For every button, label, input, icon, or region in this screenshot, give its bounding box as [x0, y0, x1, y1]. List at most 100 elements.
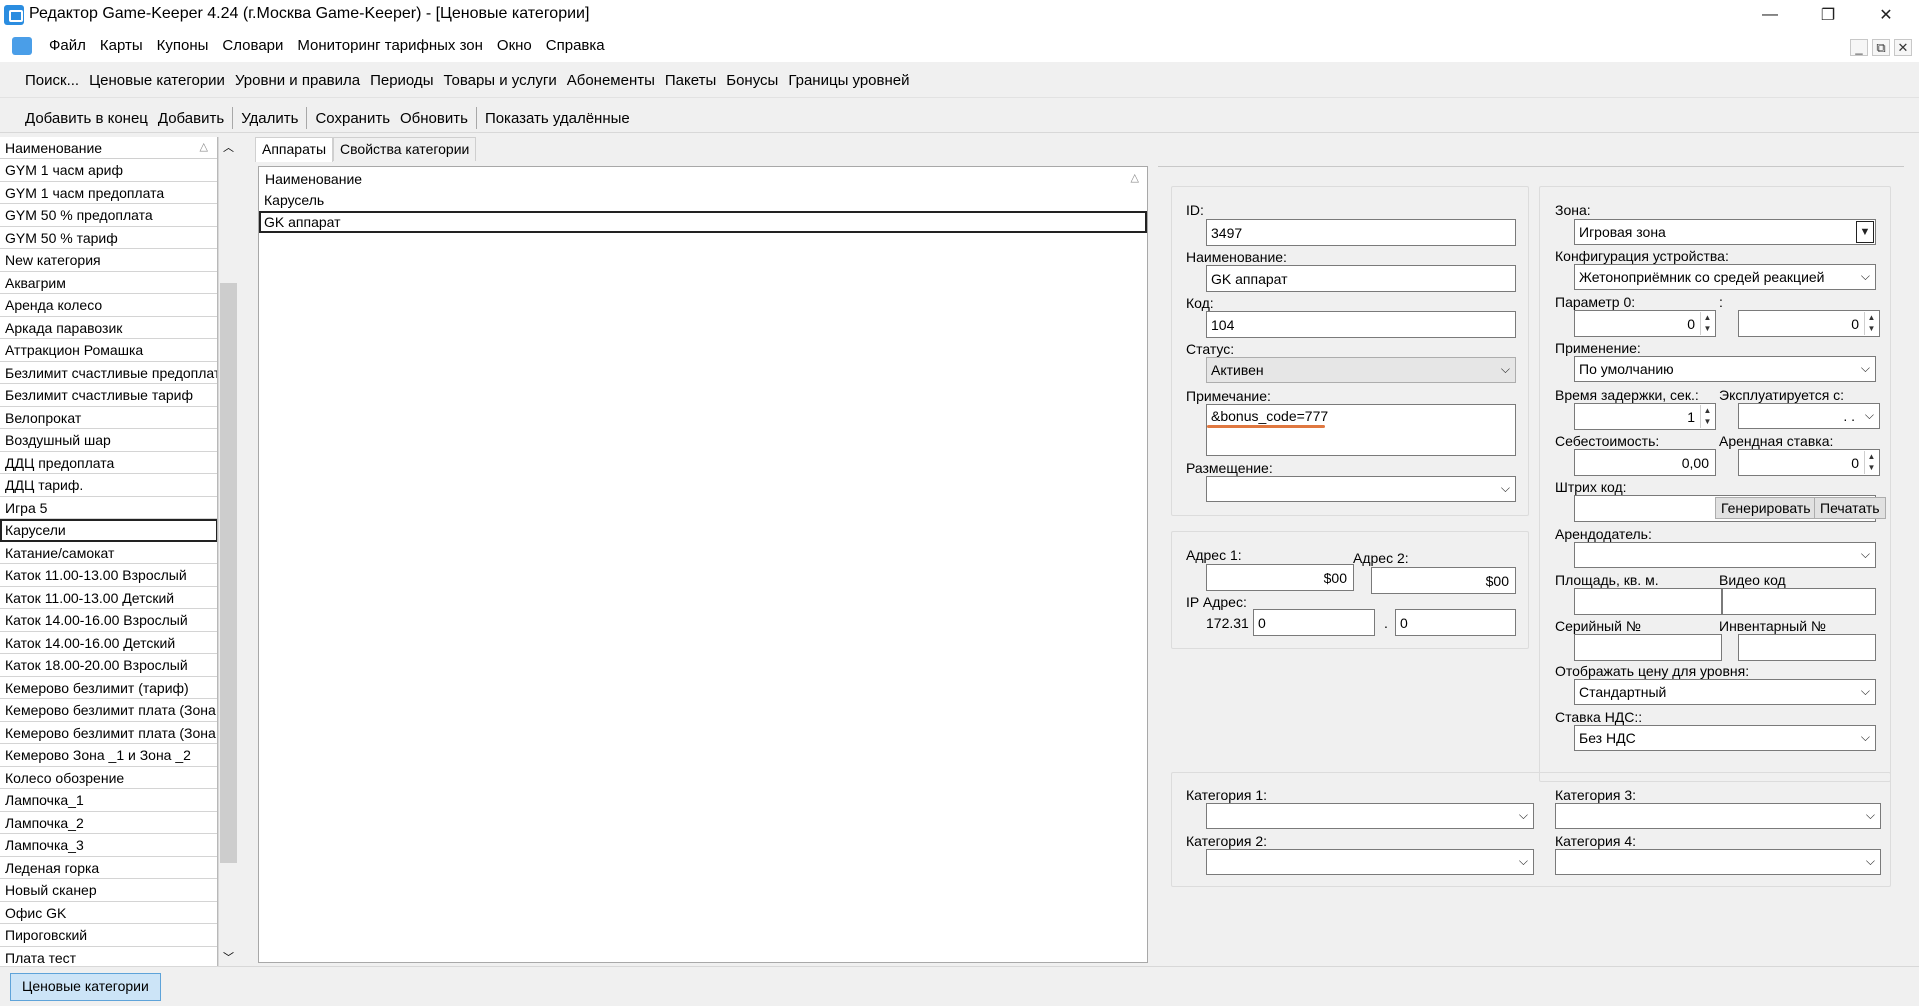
list-item-selected[interactable]: Карусели [0, 519, 217, 542]
menu-help[interactable]: Справка [539, 37, 612, 54]
param0-stepper[interactable]: ▲ ▼ [1700, 312, 1714, 335]
placement-select[interactable]: ⌵ [1206, 476, 1516, 502]
refresh-button[interactable]: Обновить [395, 110, 473, 127]
list-item[interactable]: Каток 14.00-16.00 Взрослый [0, 609, 217, 632]
list-item[interactable]: Аквагрим [0, 272, 217, 294]
menu-coupons[interactable]: Купоны [150, 37, 216, 54]
generate-button[interactable]: Генерировать [1715, 497, 1817, 519]
add-to-end-button[interactable]: Добавить в конец [20, 110, 153, 127]
list-item[interactable]: Игра 5 [0, 497, 217, 519]
serial-field[interactable] [1574, 634, 1722, 661]
list-item[interactable]: Аттракцион Ромашка [0, 339, 217, 362]
price-level-select[interactable]: Стандартный ⌵ [1574, 679, 1876, 705]
nav-subscriptions[interactable]: Абонементы [562, 72, 660, 89]
note-textarea[interactable]: &bonus_code=777 [1206, 404, 1516, 456]
param0-field[interactable]: 0 ▲ ▼ [1574, 310, 1716, 337]
inventory-field[interactable] [1738, 634, 1876, 661]
close-button[interactable]: ✕ [1857, 0, 1915, 30]
status-select[interactable]: Активен ⌵ [1206, 357, 1516, 383]
maximize-button[interactable]: ❐ [1799, 0, 1857, 30]
list-item[interactable]: Плата тест [0, 947, 217, 968]
address1-field[interactable]: $00 [1206, 564, 1354, 591]
list-item[interactable]: Кемерово безлимит плата (Зона [0, 722, 217, 744]
delete-button[interactable]: Удалить [236, 110, 303, 127]
nav-search[interactable]: Поиск... [20, 72, 84, 89]
list-item[interactable]: Офис GK [0, 902, 217, 924]
nav-goods-services[interactable]: Товары и услуги [438, 72, 561, 89]
nav-packages[interactable]: Пакеты [660, 72, 721, 89]
scroll-up-icon[interactable]: ︿ [219, 137, 238, 157]
list-item[interactable]: Колесо обозрение [0, 767, 217, 789]
machine-row-selected[interactable]: GK аппарат [259, 211, 1147, 233]
minimize-button[interactable]: — [1741, 0, 1799, 30]
list-item[interactable]: Аркада паравозик [0, 317, 217, 339]
config-select[interactable]: Жетоноприёмник со средей реакцией ⌵ [1574, 264, 1876, 290]
video-code-field[interactable] [1722, 588, 1876, 615]
zone-select[interactable]: Игровая зона ▼ [1574, 219, 1876, 245]
scroll-down-icon[interactable]: ﹀ [219, 947, 238, 967]
list-item[interactable]: Кемерово безлимит (тариф) [0, 677, 217, 699]
id-field[interactable]: 3497 [1206, 219, 1516, 246]
category1-select[interactable]: ⌵ [1206, 803, 1534, 829]
rent-field[interactable]: 0 ▲ ▼ [1738, 449, 1880, 476]
list-item[interactable]: Леденая горка [0, 857, 217, 879]
add-button[interactable]: Добавить [153, 110, 229, 127]
rent-stepper[interactable]: ▲ ▼ [1864, 451, 1878, 474]
list-item[interactable]: ДДЦ предоплата [0, 452, 217, 474]
category2-select[interactable]: ⌵ [1206, 849, 1534, 875]
landlord-select[interactable]: ⌵ [1574, 542, 1876, 568]
menu-dictionaries[interactable]: Словари [215, 37, 290, 54]
exploited-date-picker[interactable]: . . ⌵ [1738, 403, 1880, 429]
list-scrollbar[interactable]: ︿ ﹀ [218, 137, 237, 967]
nav-levels-rules[interactable]: Уровни и правила [230, 72, 365, 89]
list-item[interactable]: Безлимит счастливые предоплат [0, 362, 217, 384]
list-item[interactable]: Воздушный шар [0, 429, 217, 452]
delay-field[interactable]: 1 ▲ ▼ [1574, 403, 1716, 430]
cost-field[interactable]: 0,00 [1574, 449, 1716, 476]
machine-row[interactable]: Карусель [259, 189, 1147, 211]
mdi-minimize-button[interactable]: _ [1850, 39, 1868, 56]
delay-stepper[interactable]: ▲ ▼ [1700, 405, 1714, 428]
list-item[interactable]: Каток 14.00-16.00 Детский [0, 632, 217, 654]
name-field[interactable]: GK аппарат [1206, 265, 1516, 292]
menu-zone-monitoring[interactable]: Мониторинг тарифных зон [290, 37, 490, 54]
list-item[interactable]: Каток 11.00-13.00 Взрослый [0, 564, 217, 587]
document-icon[interactable] [12, 37, 32, 55]
list-header[interactable]: Наименование △ [0, 137, 217, 159]
tab-machines[interactable]: Аппараты [255, 137, 334, 162]
list-item[interactable]: Безлимит счастливые тариф [0, 384, 217, 407]
list-item[interactable]: GYM 50 % тариф [0, 227, 217, 249]
list-item[interactable]: GYM 1 часм предоплата [0, 182, 217, 204]
vat-select[interactable]: Без НДС ⌵ [1574, 725, 1876, 751]
param1-field[interactable]: 0 ▲ ▼ [1738, 310, 1880, 337]
mdi-restore-button[interactable]: ⧉ [1872, 39, 1890, 56]
ip-octet4-field[interactable]: 0 [1395, 609, 1516, 636]
list-item[interactable]: Лампочка_3 [0, 834, 217, 857]
list-item[interactable]: Лампочка_1 [0, 789, 217, 812]
nav-bonuses[interactable]: Бонусы [721, 72, 783, 89]
category4-select[interactable]: ⌵ [1555, 849, 1881, 875]
save-button[interactable]: Сохранить [310, 110, 395, 127]
list-item[interactable]: Пироговский [0, 924, 217, 947]
list-item[interactable]: Велопрокат [0, 407, 217, 429]
machines-header[interactable]: Наименование △ [259, 167, 1147, 189]
list-item[interactable]: Аренда колесо [0, 294, 217, 317]
list-item[interactable]: Каток 11.00-13.00 Детский [0, 587, 217, 609]
nav-periods[interactable]: Периоды [365, 72, 438, 89]
param1-stepper[interactable]: ▲ ▼ [1864, 312, 1878, 335]
area-field[interactable] [1574, 588, 1722, 615]
list-item[interactable]: Кемерово Зона _1 и Зона _2 [0, 744, 217, 767]
nav-price-categories[interactable]: Ценовые категории [84, 72, 230, 89]
menu-window[interactable]: Окно [490, 37, 539, 54]
mdi-close-button[interactable]: ✕ [1894, 39, 1912, 56]
category3-select[interactable]: ⌵ [1555, 803, 1881, 829]
list-item[interactable]: Новый сканер [0, 879, 217, 902]
list-item[interactable]: Каток 18.00-20.00 Взрослый [0, 654, 217, 677]
show-deleted-button[interactable]: Показать удалённые [480, 110, 635, 127]
list-item[interactable]: GYM 50 % предоплата [0, 204, 217, 227]
window-tab-price-categories[interactable]: Ценовые категории [10, 973, 161, 1001]
list-item[interactable]: Лампочка_2 [0, 812, 217, 834]
apply-select[interactable]: По умолчанию ⌵ [1574, 356, 1876, 382]
list-item[interactable]: New категория [0, 249, 217, 272]
list-item[interactable]: ДДЦ тариф. [0, 474, 217, 497]
